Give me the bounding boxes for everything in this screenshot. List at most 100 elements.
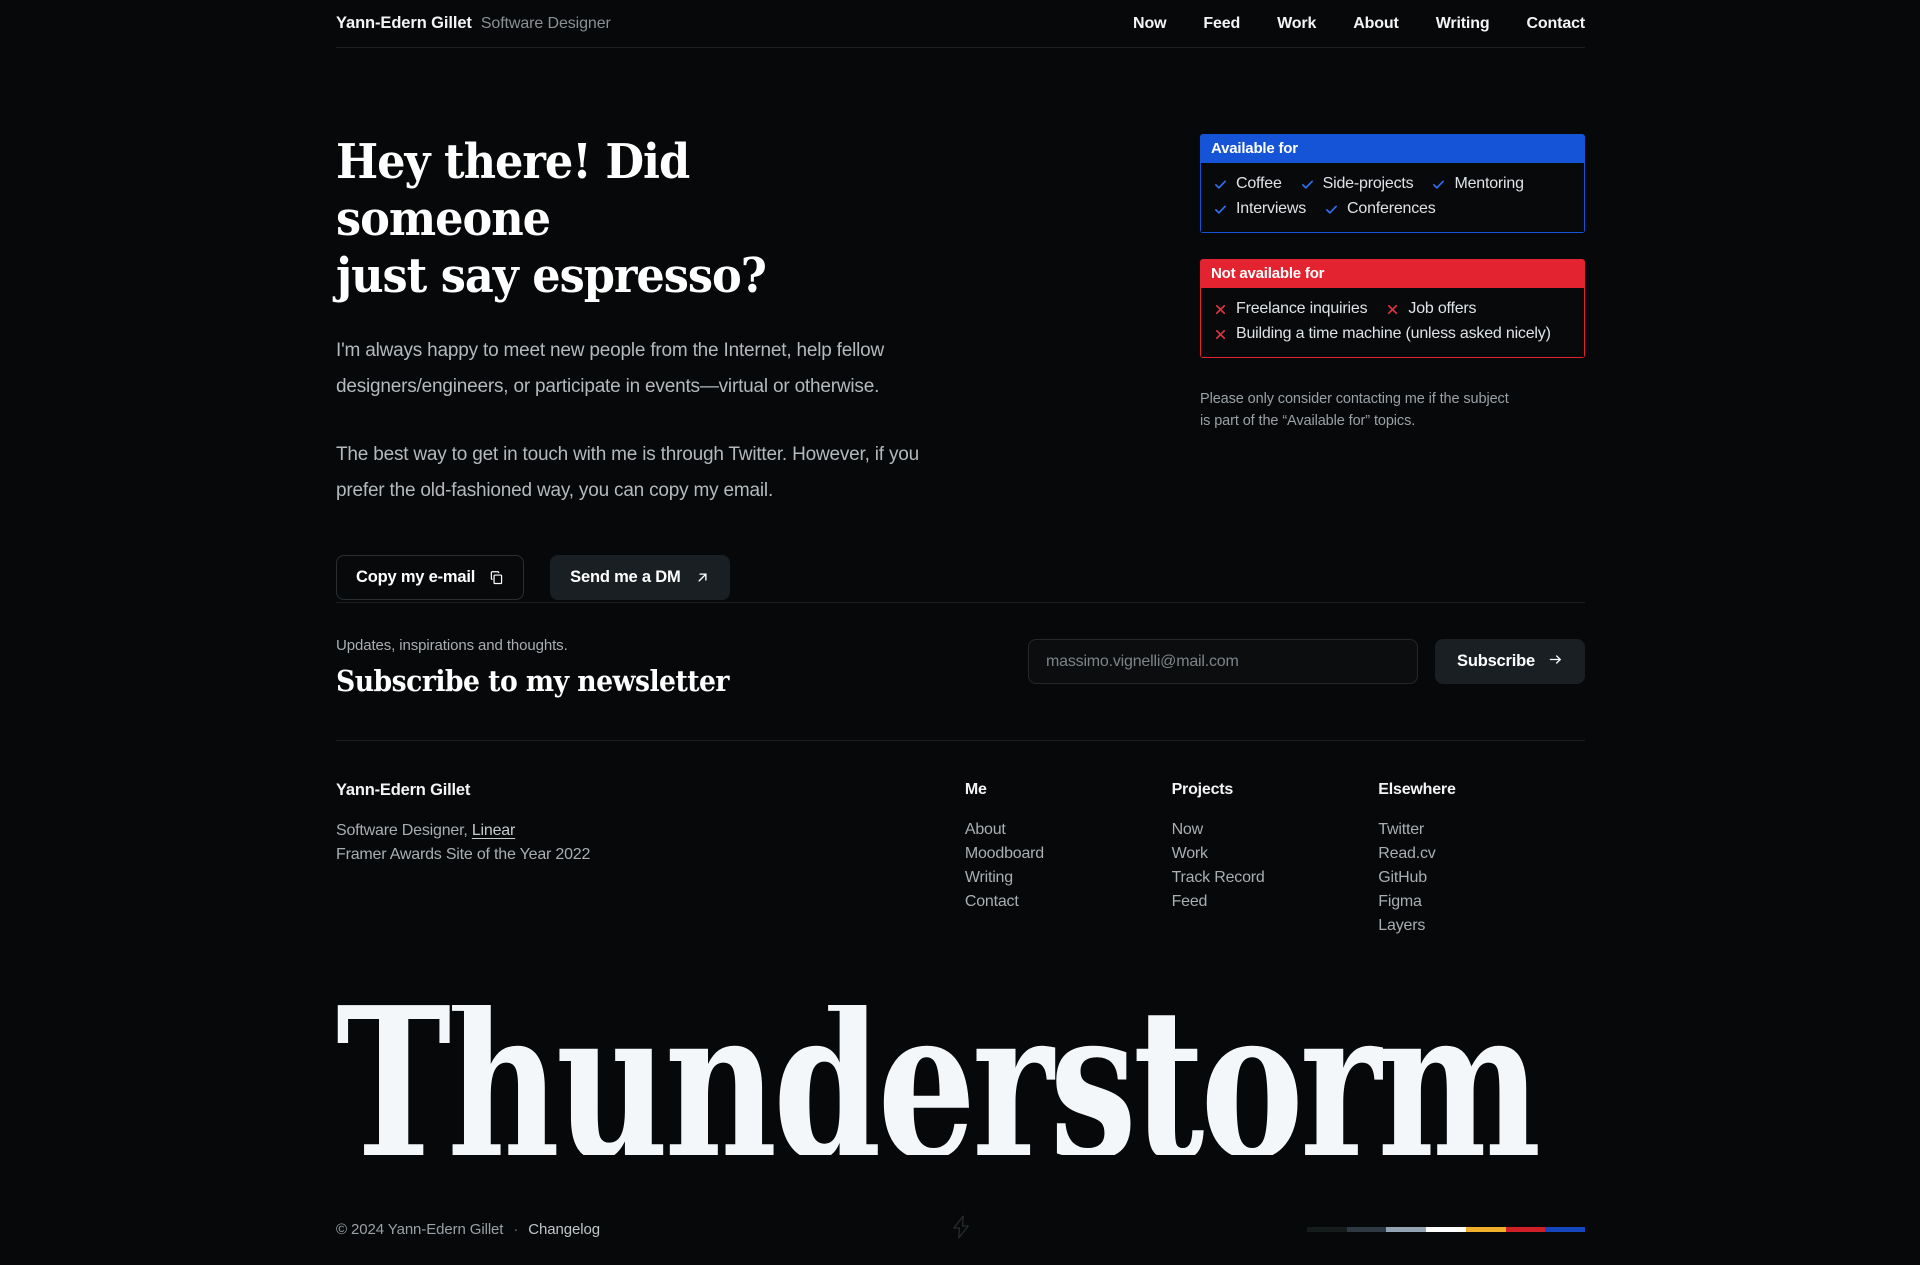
footer-link-figma[interactable]: Figma — [1378, 890, 1585, 914]
copy-email-button[interactable]: Copy my e-mail — [336, 555, 525, 600]
close-icon — [1213, 303, 1228, 316]
subscribe-button[interactable]: Subscribe — [1435, 639, 1585, 684]
nav-item-now[interactable]: Now — [1133, 15, 1166, 33]
available-item: Coffee — [1213, 175, 1282, 193]
send-dm-label: Send me a DM — [570, 568, 681, 586]
swatch-1 — [1307, 1226, 1347, 1232]
copyright-text: © 2024 Yann-Edern Gillet — [336, 1220, 504, 1238]
copyright-block: © 2024 Yann-Edern Gillet · Changelog — [336, 1221, 600, 1238]
newsletter-form: Subscribe — [1028, 639, 1585, 684]
available-item: Mentoring — [1431, 175, 1524, 193]
footer-link-github[interactable]: GitHub — [1378, 866, 1585, 890]
footer-link-track-record[interactable]: Track Record — [1172, 866, 1379, 890]
footer-column-me: Me About Moodboard Writing Contact — [965, 781, 1172, 938]
footer-link-writing[interactable]: Writing — [965, 866, 1172, 890]
footer-column-title: Projects — [1171, 781, 1234, 798]
arrow-up-right-icon — [695, 570, 710, 585]
swatch-4 — [1426, 1226, 1466, 1232]
nav-item-contact[interactable]: Contact — [1526, 15, 1585, 33]
swatch-2 — [1346, 1226, 1387, 1232]
site-footer: Yann-Edern Gillet Software Designer, Lin… — [336, 740, 1585, 938]
footer-identity: Yann-Edern Gillet Software Designer, Lin… — [336, 781, 965, 938]
footer-role: Software Designer, Linear Framer Awards … — [336, 819, 965, 867]
footer-name: Yann-Edern Gillet — [336, 781, 471, 799]
check-icon — [1213, 178, 1228, 191]
footer-role-prefix: Software Designer, — [336, 822, 468, 839]
color-palette-bar — [1307, 1226, 1586, 1232]
footer-column-title: Elsewhere — [1378, 781, 1456, 798]
check-icon — [1431, 178, 1446, 191]
arrow-right-icon — [1548, 652, 1563, 672]
newsletter-section: Updates, inspirations and thoughts. Subs… — [336, 602, 1585, 698]
available-item: Interviews — [1213, 200, 1306, 218]
available-for-card: Available for Coffee Side-projects Mento… — [1200, 134, 1585, 233]
footer-link-twitter[interactable]: Twitter — [1378, 818, 1585, 842]
main-nav: Now Feed Work About Writing Contact — [1133, 15, 1585, 33]
footer-link-feed[interactable]: Feed — [1172, 890, 1379, 914]
available-for-list: Coffee Side-projects Mentoring Interview… — [1200, 163, 1585, 233]
email-field[interactable] — [1028, 639, 1419, 684]
hero-paragraph-1: I'm always happy to meet new people from… — [336, 340, 885, 397]
not-available-item: Building a time machine (unless asked ni… — [1213, 325, 1551, 343]
available-item: Conferences — [1324, 200, 1436, 218]
bottom-bar: © 2024 Yann-Edern Gillet · Changelog — [336, 1215, 1586, 1244]
changelog-link[interactable]: Changelog — [528, 1221, 600, 1238]
available-item-label: Side-projects — [1322, 175, 1414, 192]
site-header: Yann-Edern Gillet Software Designer Now … — [336, 0, 1585, 48]
separator-dot: · — [513, 1220, 519, 1238]
wordmark-text: Thunderstorm — [336, 1005, 1541, 1155]
footer-link-layers[interactable]: Layers — [1378, 914, 1585, 938]
footer-role-link[interactable]: Linear — [472, 822, 515, 839]
check-icon — [1300, 178, 1315, 191]
not-available-item: Freelance inquiries — [1213, 300, 1368, 318]
nav-item-about[interactable]: About — [1353, 15, 1399, 33]
available-item-label: Conferences — [1347, 200, 1436, 217]
footer-link-moodboard[interactable]: Moodboard — [965, 842, 1172, 866]
brand-role: Software Designer — [480, 15, 611, 32]
subscribe-label: Subscribe — [1457, 652, 1535, 670]
brand-name: Yann-Edern Gillet — [336, 14, 472, 32]
not-available-item: Job offers — [1385, 300, 1477, 318]
nav-item-work[interactable]: Work — [1277, 15, 1316, 33]
nav-item-writing[interactable]: Writing — [1436, 15, 1490, 33]
nav-item-feed[interactable]: Feed — [1203, 15, 1240, 33]
newsletter-copy: Updates, inspirations and thoughts. Subs… — [336, 637, 763, 698]
footer-link-work[interactable]: Work — [1172, 842, 1379, 866]
not-available-item-label: Job offers — [1408, 300, 1477, 317]
hero-paragraph-2: The best way to get in touch with me is … — [336, 444, 919, 501]
not-available-for-list: Freelance inquiries Job offers Building … — [1200, 288, 1585, 358]
available-item: Side-projects — [1300, 175, 1414, 193]
close-icon — [1385, 303, 1400, 316]
footer-award: Framer Awards Site of the Year 2022 — [336, 846, 591, 863]
newsletter-eyebrow: Updates, inspirations and thoughts. — [336, 637, 568, 654]
not-available-item-label: Freelance inquiries — [1236, 300, 1368, 317]
brand[interactable]: Yann-Edern Gillet Software Designer — [336, 14, 611, 33]
hero-left: Hey there! Did someone just say espresso… — [336, 134, 956, 600]
footer-link-now[interactable]: Now — [1172, 818, 1379, 842]
check-icon — [1324, 203, 1339, 216]
swatch-6 — [1505, 1226, 1546, 1232]
close-icon — [1213, 328, 1228, 341]
hero-section: Hey there! Did someone just say espresso… — [336, 134, 1585, 600]
available-item-label: Coffee — [1236, 175, 1282, 192]
page-root: Yann-Edern Gillet Software Designer Now … — [0, 0, 1920, 1265]
lightning-bolt-icon[interactable] — [951, 1215, 970, 1244]
newsletter-title: Subscribe to my newsletter — [336, 664, 729, 698]
swatch-3 — [1386, 1226, 1427, 1232]
swatch-5 — [1465, 1226, 1506, 1232]
wordmark: Thunderstorm — [336, 1005, 1585, 1155]
availability-panel: Available for Coffee Side-projects Mento… — [1200, 134, 1585, 600]
not-available-for-card: Not available for Freelance inquiries Jo… — [1200, 259, 1585, 358]
footer-column-projects: Projects Now Work Track Record Feed — [1172, 781, 1379, 938]
send-dm-button[interactable]: Send me a DM — [550, 555, 730, 600]
copy-icon — [489, 570, 504, 585]
footer-link-about[interactable]: About — [965, 818, 1172, 842]
not-available-item-label: Building a time machine (unless asked ni… — [1236, 325, 1551, 342]
footer-link-contact[interactable]: Contact — [965, 890, 1172, 914]
footer-column-title: Me — [964, 781, 987, 798]
copy-email-label: Copy my e-mail — [356, 568, 476, 586]
available-item-label: Interviews — [1236, 200, 1307, 217]
footer-link-readcv[interactable]: Read.cv — [1378, 842, 1585, 866]
available-for-title: Available for — [1200, 134, 1585, 163]
not-available-for-title: Not available for — [1200, 259, 1585, 288]
